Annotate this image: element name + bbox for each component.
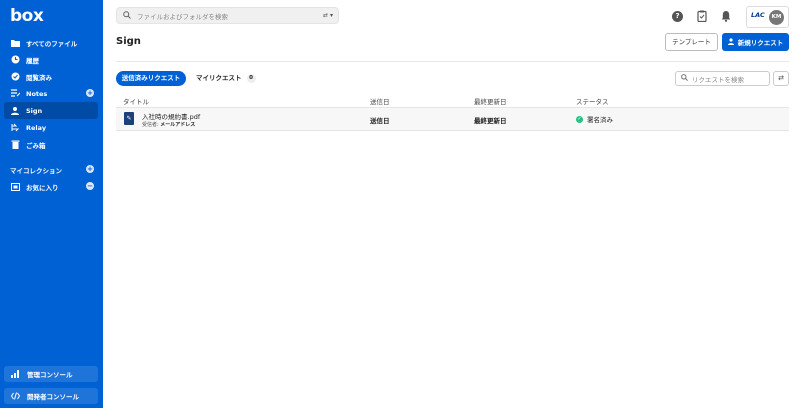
recipient-email: メールアドレス: [160, 122, 196, 128]
new-request-button[interactable]: 新規リクエスト: [722, 33, 789, 51]
sent-date: 送信日: [370, 117, 390, 125]
sidebar-item-notes[interactable]: Notes +: [0, 85, 98, 102]
notification-bell-icon[interactable]: [721, 10, 731, 24]
add-collection-icon[interactable]: +: [86, 165, 94, 173]
my-requests-count-badge: 0: [246, 74, 256, 83]
column-header-updated[interactable]: 最終更新日: [474, 96, 507, 106]
sidebar-item-history[interactable]: 履歴: [0, 51, 98, 68]
tab-my-requests[interactable]: マイリクエスト 0: [196, 71, 256, 86]
trash-icon: [10, 140, 20, 150]
org-logo: LAC: [751, 11, 765, 19]
sign-document-icon: ✎: [124, 112, 134, 125]
search-icon: [681, 74, 688, 83]
sidebar-nav: すべてのファイル 履歴 閲覧済み Notes + Sign Relay ごみ箱: [0, 34, 103, 195]
relay-icon: [10, 123, 20, 133]
table-row[interactable]: ✎ 入社時の規約書.pdf 受信者: メールアドレス 送信日 最終更新日 ✓ 署…: [116, 108, 789, 131]
sidebar-item-relay[interactable]: Relay: [0, 119, 98, 136]
profile-menu[interactable]: LAC KM: [746, 6, 789, 28]
sidebar-item-trash[interactable]: ごみ箱: [0, 136, 98, 153]
search-placeholder: ファイルおよびフォルダを検索: [137, 12, 228, 21]
add-note-icon[interactable]: +: [86, 89, 94, 97]
page-title: Sign: [116, 36, 141, 47]
updated-date: 最終更新日: [474, 117, 507, 125]
search-icon: [123, 10, 131, 21]
column-header-title[interactable]: タイトル: [123, 96, 149, 106]
collections-label: マイコレクション: [10, 166, 62, 175]
dev-console-button[interactable]: 開発者コンソール: [4, 388, 98, 404]
sidebar-item-label: 履歴: [26, 56, 39, 65]
sidebar-item-sign[interactable]: Sign: [4, 102, 98, 119]
status-label: 署名済み: [587, 116, 613, 124]
bar-chart-icon: [11, 370, 21, 378]
folder-icon: [10, 38, 20, 48]
box-logo[interactable]: box: [10, 6, 44, 26]
tasks-icon[interactable]: [697, 10, 707, 24]
sidebar-item-viewed[interactable]: 閲覧済み: [0, 68, 98, 85]
global-search-input[interactable]: ファイルおよびフォルダを検索 ⇄ ▾: [116, 7, 339, 24]
nav-separator: [0, 153, 103, 161]
sidebar-item-label: すべてのファイル: [26, 39, 78, 48]
sidebar-item-label: Sign: [26, 106, 43, 115]
tab-my-label: マイリクエスト: [196, 74, 242, 82]
recipient-line: 受信者: メールアドレス: [142, 121, 195, 128]
sign-icon: [10, 106, 20, 116]
notes-icon: [10, 89, 20, 99]
sidebar-item-label: Notes: [26, 89, 48, 98]
template-button[interactable]: テンプレート: [665, 33, 718, 51]
check-circle-icon: [10, 72, 20, 82]
sidebar-item-label: お気に入り: [26, 183, 59, 192]
divider: [116, 61, 789, 62]
code-icon: [11, 392, 21, 400]
collapse-icon[interactable]: −: [86, 182, 94, 190]
sidebar-item-all-files[interactable]: すべてのファイル: [0, 34, 98, 51]
sidebar-item-label: 閲覧済み: [26, 73, 52, 82]
tab-sent-requests[interactable]: 送信済みリクエスト: [116, 71, 186, 86]
admin-console-button[interactable]: 管理コンソール: [4, 366, 98, 382]
request-search-input[interactable]: リクエストを検索: [675, 71, 770, 86]
admin-console-label: 管理コンソール: [27, 371, 73, 379]
sidebar-section-collections[interactable]: マイコレクション +: [0, 161, 98, 178]
dev-console-label: 開発者コンソール: [27, 393, 79, 401]
column-header-sent[interactable]: 送信日: [370, 96, 390, 106]
filter-button[interactable]: ⇄: [773, 71, 789, 86]
sidebar-item-label: ごみ箱: [26, 141, 46, 150]
new-request-label: 新規リクエスト: [737, 39, 784, 47]
sidebar: box すべてのファイル 履歴 閲覧済み Notes + Sign Relay: [0, 0, 103, 408]
sign-icon: [727, 37, 735, 47]
column-header-status[interactable]: ステータス: [576, 96, 609, 106]
search-filter-icon[interactable]: ⇄ ▾: [323, 12, 333, 19]
favorites-icon: [10, 182, 20, 192]
sidebar-item-favorites[interactable]: お気に入り −: [0, 178, 98, 195]
help-icon[interactable]: ?: [672, 11, 683, 22]
sidebar-item-label: Relay: [26, 123, 47, 132]
request-search-placeholder: リクエストを検索: [692, 75, 744, 84]
document-title[interactable]: 入社時の規約書.pdf: [142, 111, 200, 121]
clock-icon: [10, 55, 20, 65]
status-badge: ✓ 署名済み: [576, 114, 613, 124]
avatar: KM: [769, 10, 784, 25]
recipient-label: 受信者:: [142, 122, 159, 128]
check-icon: ✓: [576, 115, 583, 123]
